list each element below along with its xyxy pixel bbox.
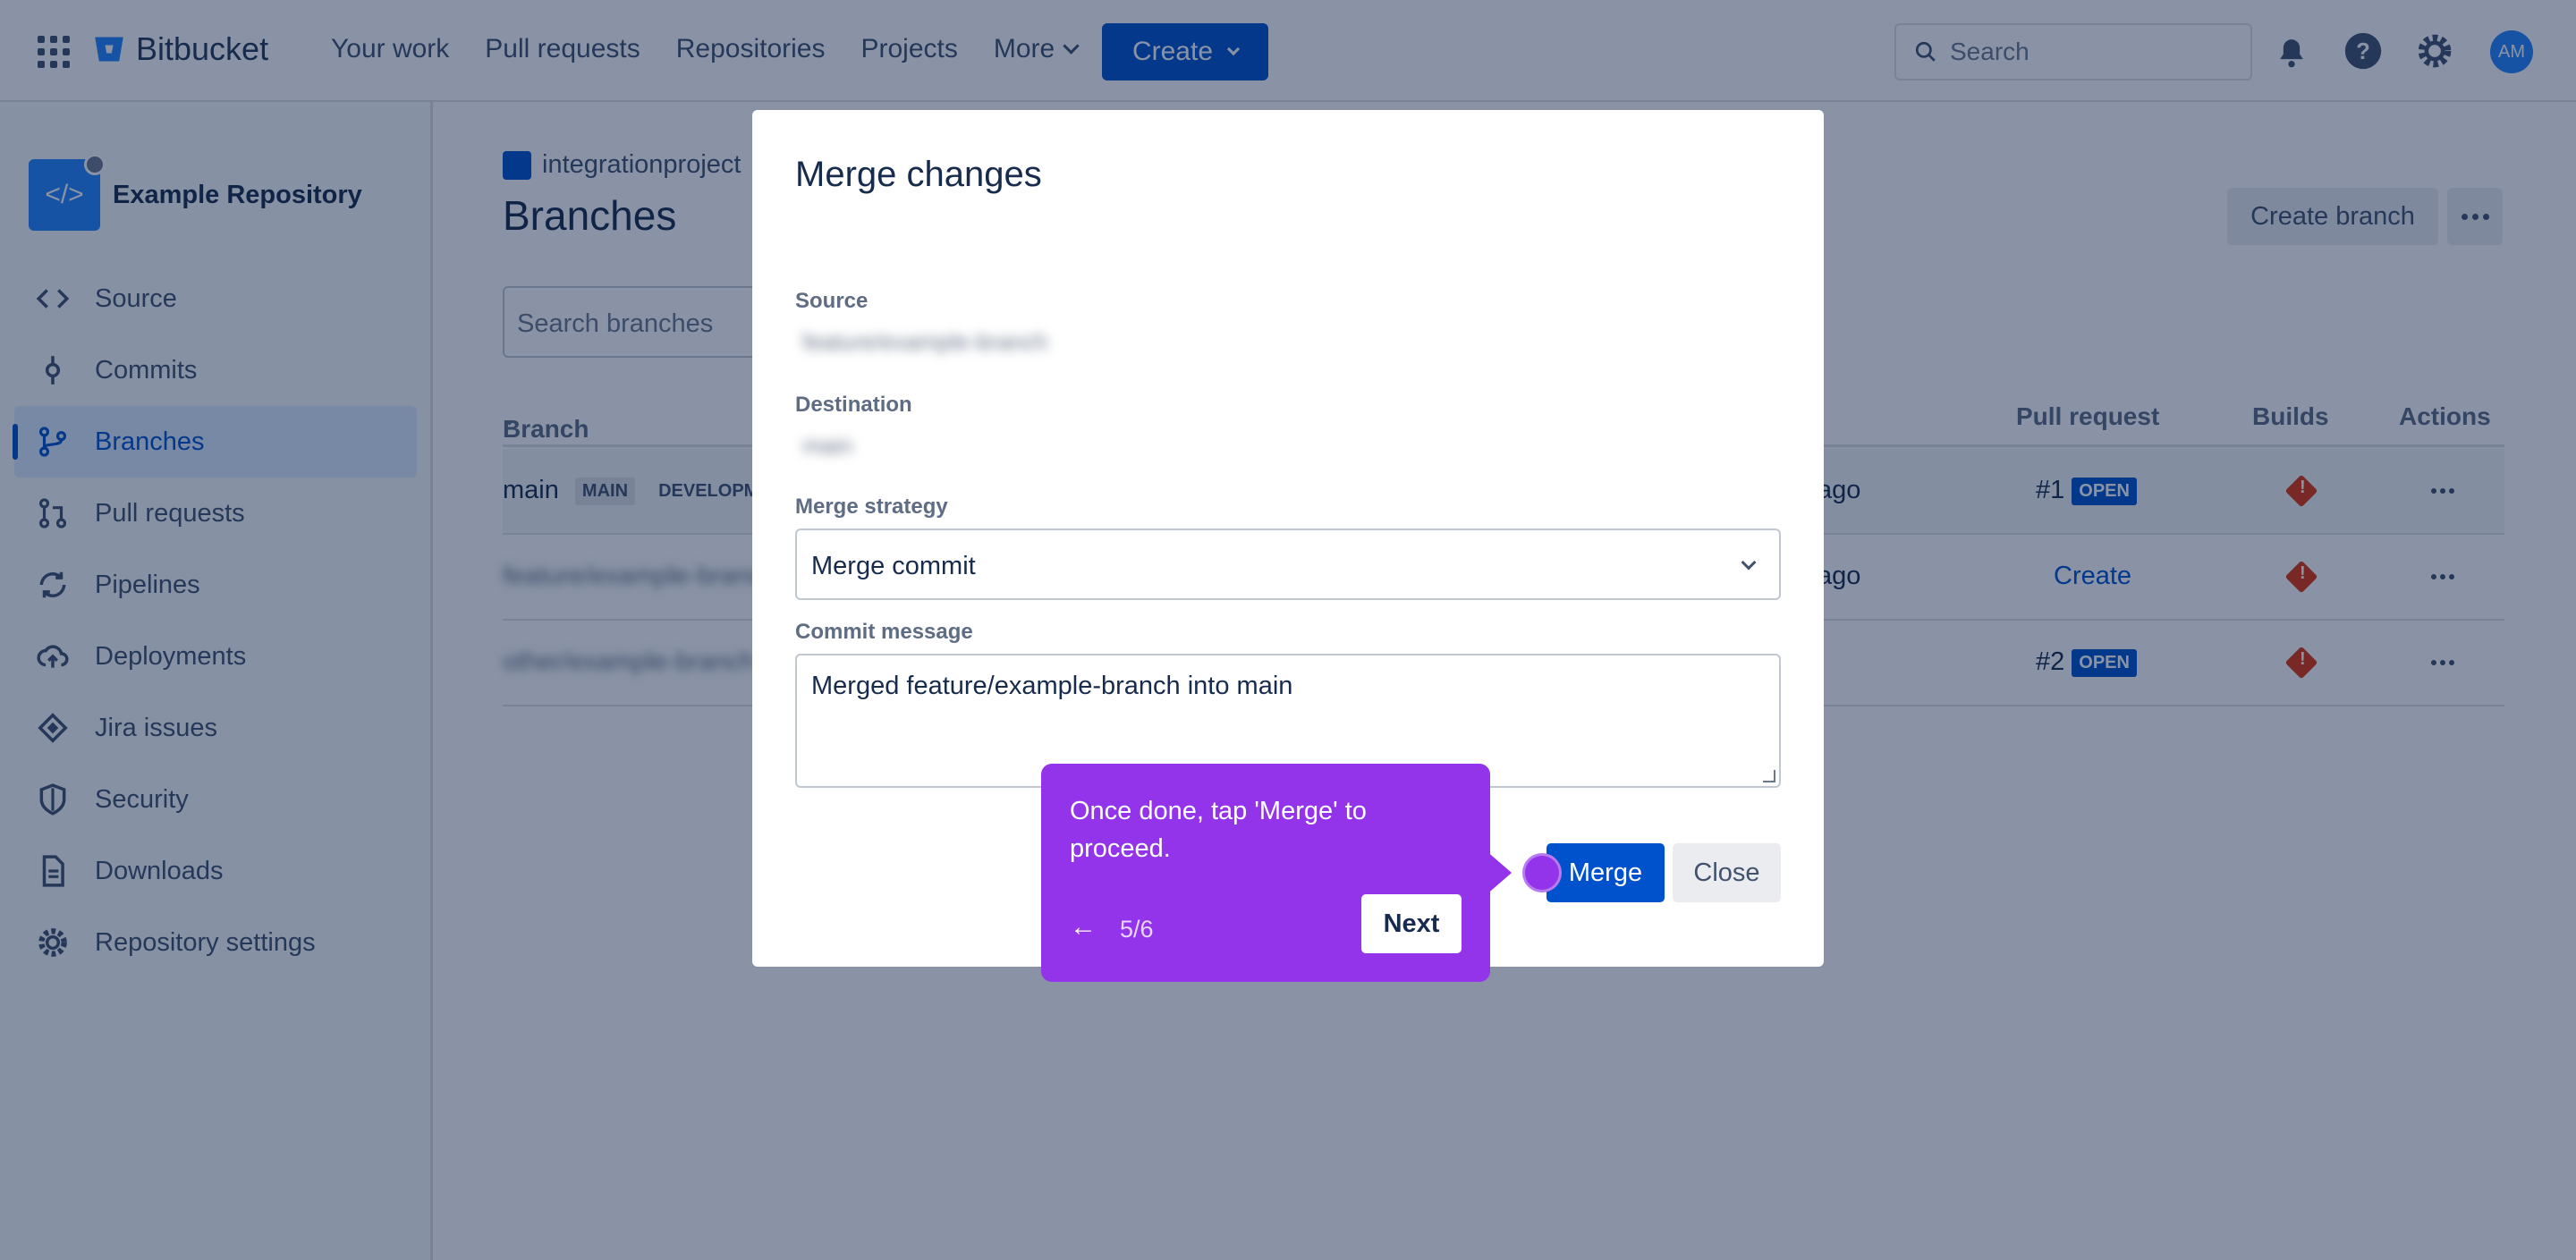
- step-counter: 5/6: [1120, 916, 1154, 943]
- merge-strategy-select[interactable]: Merge commit: [795, 529, 1781, 600]
- resize-handle-icon[interactable]: [1763, 770, 1775, 782]
- merge-button[interactable]: Merge: [1546, 843, 1665, 902]
- commit-message-value: Merged feature/example-branch into main: [811, 672, 1293, 700]
- dialog-title: Merge changes: [795, 155, 1042, 194]
- merge-strategy-value: Merge commit: [811, 552, 976, 580]
- destination-label: Destination: [795, 393, 912, 417]
- chevron-down-icon: [1741, 554, 1757, 571]
- guide-tooltip: Once done, tap 'Merge' to proceed. ← 5/6…: [1041, 764, 1490, 982]
- merge-strategy-label: Merge strategy: [795, 495, 948, 519]
- destination-value: main: [802, 432, 853, 459]
- source-label: Source: [795, 289, 869, 313]
- tooltip-text: Once done, tap 'Merge' to proceed.: [1070, 797, 1367, 863]
- back-arrow-icon[interactable]: ←: [1070, 912, 1097, 943]
- commit-message-label: Commit message: [795, 620, 973, 644]
- close-button[interactable]: Close: [1673, 843, 1781, 902]
- guide-beacon: [1522, 853, 1562, 892]
- next-button[interactable]: Next: [1361, 894, 1462, 953]
- source-value: feature/example-branch: [802, 328, 1048, 355]
